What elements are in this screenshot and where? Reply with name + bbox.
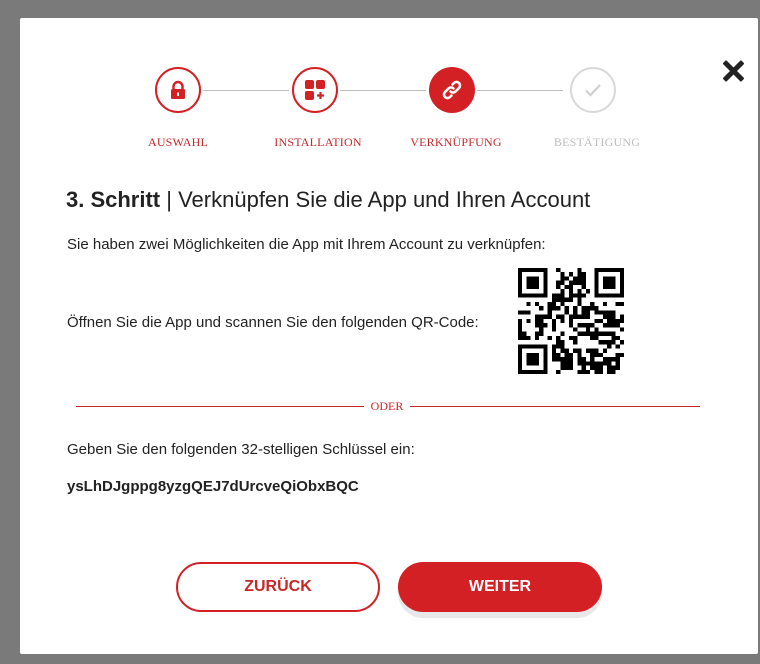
step-connector — [340, 90, 426, 91]
qr-instruction: Öffnen Sie die App und scannen Sie den f… — [67, 314, 479, 331]
divider-label: ODER — [370, 399, 404, 413]
back-button-label: ZURÜCK — [244, 578, 312, 595]
title-text: Verknüpfen Sie die App und Ihren Account — [178, 187, 591, 212]
step-label-bestaetigung: BESTÄTIGUNG — [553, 135, 641, 149]
step-auswahl-lock-icon — [155, 67, 201, 113]
step-installation-app-grid-icon — [292, 67, 338, 113]
back-button[interactable]: ZURÜCK — [176, 562, 380, 612]
step-label-installation: INSTALLATION — [274, 135, 362, 149]
qr-code — [518, 268, 624, 374]
secret-key: ysLhDJgppg8yzgQEJ7dUrcveQiObxBQC — [67, 478, 359, 495]
step-verknuepfung-link-icon — [429, 67, 475, 113]
intro-text: Sie haben zwei Möglichkeiten die App mit… — [67, 236, 546, 253]
setup-dialog — [20, 18, 758, 654]
step-connector — [477, 90, 563, 91]
step-label-verknuepfung: VERKNÜPFUNG — [410, 135, 502, 149]
step-label-auswahl: AUSWAHL — [147, 135, 209, 149]
page-title: 3. Schritt | Verknüpfen Sie die App und … — [66, 187, 590, 213]
step-bestaetigung-check-icon — [570, 67, 616, 113]
step-number: 3. Schritt — [66, 187, 161, 212]
title-separator: | — [160, 187, 179, 212]
next-button-label: WEITER — [468, 578, 532, 595]
next-button[interactable]: WEITER — [398, 562, 602, 612]
divider-left — [76, 406, 364, 407]
key-instruction: Geben Sie den folgenden 32-stelligen Sch… — [67, 441, 415, 458]
divider-right — [410, 406, 700, 407]
step-connector — [203, 90, 289, 91]
close-icon[interactable] — [720, 58, 746, 84]
